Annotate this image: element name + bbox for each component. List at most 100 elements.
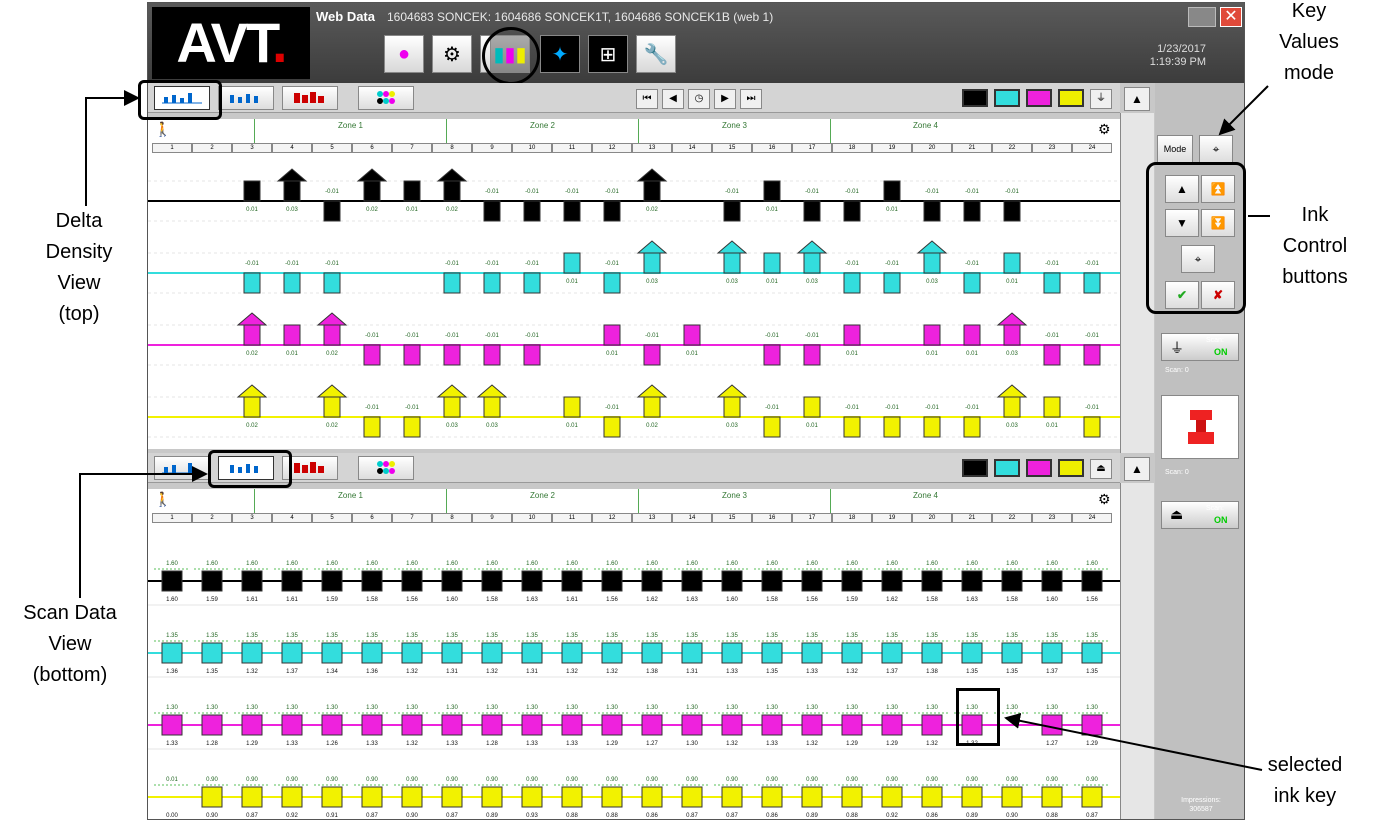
key-number-cell[interactable]: 11 xyxy=(552,143,592,153)
cyan-scan-bar xyxy=(561,642,583,664)
key-number-cell[interactable]: 18 xyxy=(832,143,872,153)
key-number-cell[interactable]: 1 xyxy=(152,513,192,523)
yellow-swatch-bottom[interactable] xyxy=(1058,459,1084,477)
key-number-cell[interactable]: 2 xyxy=(192,513,232,523)
black-delta-bar xyxy=(283,180,301,202)
key-number-cell[interactable]: 16 xyxy=(752,143,792,153)
key-number-cell[interactable]: 8 xyxy=(432,513,472,523)
key-number-cell[interactable]: 9 xyxy=(472,143,512,153)
yellow-delta-label: -0.01 xyxy=(605,405,619,411)
cyan-swatch-bottom[interactable] xyxy=(994,459,1020,477)
key-number-cell[interactable]: 5 xyxy=(312,513,352,523)
yellow-target-label: 0.90 xyxy=(326,777,338,783)
tab-dots[interactable] xyxy=(358,86,414,110)
key-number-cell[interactable]: 10 xyxy=(512,143,552,153)
key-number-cell[interactable]: 16 xyxy=(752,513,792,523)
key-number-cell[interactable]: 4 xyxy=(272,513,312,523)
cyan-scan-value: 1.35 xyxy=(966,669,978,675)
magenta-swatch[interactable] xyxy=(1026,89,1052,107)
yellow-target-label: 0.90 xyxy=(366,777,378,783)
scroll-up-bottom[interactable]: ▲ xyxy=(1124,457,1150,481)
last-page-button[interactable]: ⏭ xyxy=(740,89,762,109)
scan-bottom-toggle[interactable]: ⏏ Scan: ON xyxy=(1161,501,1239,529)
tab-scan-data[interactable] xyxy=(218,86,274,110)
yellow-delta-label: -0.01 xyxy=(965,405,979,411)
first-page-button[interactable]: ⏮ xyxy=(636,89,658,109)
key-number-cell[interactable]: 14 xyxy=(672,513,712,523)
key-number-cell[interactable]: 4 xyxy=(272,143,312,153)
clock-icon[interactable]: ◷ xyxy=(688,89,710,109)
scan-top-toggle[interactable]: ⏚ Scan: ON xyxy=(1161,333,1239,361)
key-number-cell[interactable]: 17 xyxy=(792,513,832,523)
scroll-up-top[interactable]: ▲ xyxy=(1124,87,1150,111)
yellow-target-label: 0.90 xyxy=(886,777,898,783)
tab-bars[interactable] xyxy=(282,86,338,110)
colors-icon[interactable]: ● xyxy=(384,35,424,73)
key-number-cell[interactable]: 6 xyxy=(352,143,392,153)
tab-dots-bottom[interactable] xyxy=(358,456,414,480)
yellow-delta-bar xyxy=(403,416,421,438)
key-number-cell[interactable]: 18 xyxy=(832,513,872,523)
yellow-swatch[interactable] xyxy=(1058,89,1084,107)
key-number-cell[interactable]: 12 xyxy=(592,143,632,153)
key-number-cell[interactable]: 3 xyxy=(232,143,272,153)
key-number-cell[interactable]: 2 xyxy=(192,143,232,153)
black-swatch[interactable] xyxy=(962,89,988,107)
key-number-cell[interactable]: 15 xyxy=(712,513,752,523)
magenta-swatch-bottom[interactable] xyxy=(1026,459,1052,477)
black-swatch-bottom[interactable] xyxy=(962,459,988,477)
key-number-cell[interactable]: 13 xyxy=(632,513,672,523)
key-number-cell[interactable]: 7 xyxy=(392,143,432,153)
key-number-cell[interactable]: 8 xyxy=(432,143,472,153)
yellow-target-label: 0.90 xyxy=(246,777,258,783)
cyan-target-label: 1.35 xyxy=(526,633,538,639)
window-control[interactable] xyxy=(1188,7,1216,27)
key-number-cell[interactable]: 7 xyxy=(392,513,432,523)
gear-icon-bottom[interactable]: ⚙ xyxy=(1098,491,1111,508)
key-number-cell[interactable]: 9 xyxy=(472,513,512,523)
key-number-cell[interactable]: 20 xyxy=(912,143,952,153)
key-number-cell[interactable]: 12 xyxy=(592,513,632,523)
cyan-target-label: 1.35 xyxy=(606,633,618,639)
key-number-cell[interactable]: 21 xyxy=(952,143,992,153)
key-number-cell[interactable]: 10 xyxy=(512,513,552,523)
key-number-cell[interactable]: 19 xyxy=(872,513,912,523)
key-number-cell[interactable]: 22 xyxy=(992,143,1032,153)
tools-icon[interactable]: 🔧 xyxy=(636,35,676,73)
next-button[interactable]: ▶ xyxy=(714,89,736,109)
prev-button[interactable]: ◀ xyxy=(662,89,684,109)
settings-icon[interactable]: ⚙ xyxy=(432,35,472,73)
register-icon[interactable]: ⊞ xyxy=(588,35,628,73)
magenta-scan-bar xyxy=(1081,714,1103,736)
key-number-cell[interactable]: 23 xyxy=(1032,143,1072,153)
key-number-cell[interactable]: 23 xyxy=(1032,513,1072,523)
mode-button[interactable]: Mode xyxy=(1157,135,1193,163)
magenta-scan-bar xyxy=(321,714,343,736)
key-number-cell[interactable]: 24 xyxy=(1072,513,1112,523)
key-number-cell[interactable]: 21 xyxy=(952,513,992,523)
scan-head-top-icon[interactable]: ⏚ xyxy=(1090,89,1112,109)
network-icon[interactable]: ✦ xyxy=(540,35,580,73)
cyan-swatch[interactable] xyxy=(994,89,1020,107)
key-number-cell[interactable]: 3 xyxy=(232,513,272,523)
key-number-cell[interactable]: 19 xyxy=(872,143,912,153)
key-number-cell[interactable]: 13 xyxy=(632,143,672,153)
magenta-scan-bar xyxy=(921,714,943,736)
close-button[interactable]: ✕ xyxy=(1220,7,1242,27)
key-number-cell[interactable]: 6 xyxy=(352,513,392,523)
scan-head-bottom-icon[interactable]: ⏏ xyxy=(1090,459,1112,479)
key-number-cell[interactable]: 15 xyxy=(712,143,752,153)
key-number-cell[interactable]: 22 xyxy=(992,513,1032,523)
tab-delta-density-bottom[interactable] xyxy=(154,456,210,480)
key-number-cell[interactable]: 17 xyxy=(792,143,832,153)
key-number-cell[interactable]: 14 xyxy=(672,143,712,153)
yellow-delta-label: 0.03 xyxy=(446,423,458,429)
key-number-cell[interactable]: 24 xyxy=(1072,143,1112,153)
key-number-cell[interactable]: 11 xyxy=(552,513,592,523)
gear-icon[interactable]: ⚙ xyxy=(1098,121,1111,138)
delta-density-plot: 0.01 0.03 -0.01 0.02 0.01 0.02 -0.01 -0.01 -0.01… xyxy=(148,153,1120,449)
key-number-cell[interactable]: 20 xyxy=(912,513,952,523)
key-number-cell[interactable]: 5 xyxy=(312,143,352,153)
yellow-delta-bar xyxy=(243,396,261,418)
key-number-cell[interactable]: 1 xyxy=(152,143,192,153)
